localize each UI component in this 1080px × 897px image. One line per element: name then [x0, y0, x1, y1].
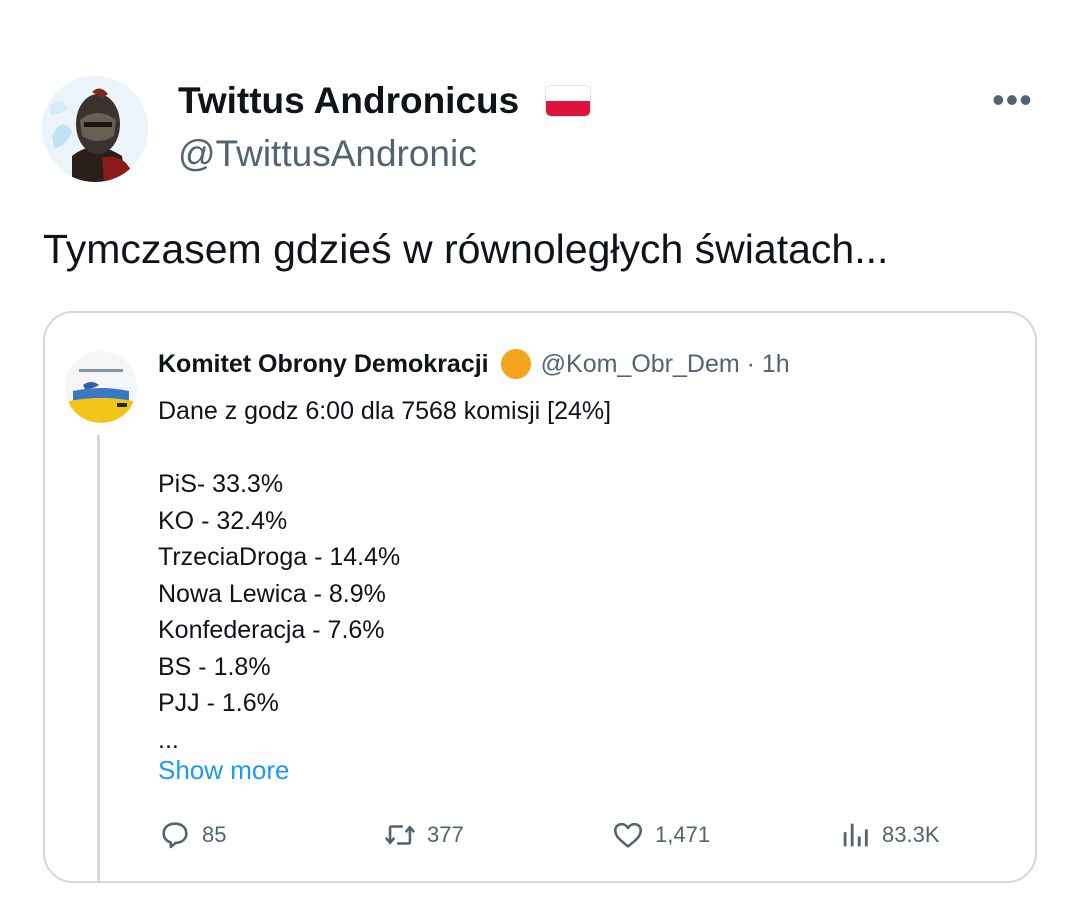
reply-button[interactable]: 85 — [158, 815, 226, 855]
reply-icon — [162, 822, 188, 849]
retweet-icon — [384, 825, 416, 845]
show-more-link[interactable]: Show more — [158, 755, 290, 786]
quoted-line: Dane z godz 6:00 dla 7568 komisji [24%] — [158, 397, 612, 425]
heart-icon — [613, 822, 643, 848]
thread-line — [97, 435, 100, 881]
quoted-line: PiS- 33.3% — [158, 470, 284, 498]
retweet-button[interactable]: 377 — [383, 815, 464, 855]
quoted-tweet-card[interactable]: Komitet Obrony Demokracji @Kom_Obr_Dem ·… — [43, 311, 1037, 883]
quoted-line — [158, 430, 611, 467]
quoted-author-name[interactable]: Komitet Obrony Demokracji — [158, 350, 489, 379]
action-bar: 85 377 1,471 83.3K — [158, 815, 978, 855]
more-horizontal-icon[interactable]: ••• — [992, 82, 1033, 118]
quoted-handle-time[interactable]: @Kom_Obr_Dem · 1h — [541, 350, 790, 379]
author-handle[interactable]: @TwittusAndronic — [178, 133, 477, 175]
retweet-count: 377 — [427, 822, 464, 847]
author-name-text: Twittus Andronicus — [178, 80, 520, 121]
reply-count: 85 — [202, 822, 227, 847]
quoted-line: Nowa Lewica - 8.9% — [158, 579, 386, 608]
quoted-line: ... — [158, 725, 179, 754]
poland-flag-icon — [545, 85, 592, 117]
author-avatar[interactable] — [42, 76, 148, 182]
views-count: 83.3K — [882, 822, 940, 847]
views-chart-icon — [843, 823, 868, 847]
quoted-avatar[interactable] — [65, 351, 137, 423]
quoted-line: TrzeciaDroga - 14.4% — [158, 543, 401, 571]
ukraine-hands-logo-icon — [65, 351, 137, 423]
views-button[interactable]: 83.3K — [838, 815, 940, 855]
quoted-header: Komitet Obrony Demokracji @Kom_Obr_Dem ·… — [158, 349, 790, 379]
tweet-text: Tymczasem gdzieś w równoległych światach… — [43, 226, 889, 272]
quoted-line: KO - 32.4% — [158, 506, 288, 535]
verified-badge-icon — [500, 349, 531, 379]
tweet: Twittus Andronicus @TwittusAndronic ••• … — [0, 0, 1080, 897]
quoted-line: Konfederacja - 7.6% — [158, 616, 385, 644]
like-count: 1,471 — [655, 822, 711, 847]
like-button[interactable]: 1,471 — [611, 815, 710, 855]
author-name[interactable]: Twittus Andronicus — [178, 80, 592, 122]
quoted-text: Dane z godz 6:00 dla 7568 komisji [24%] … — [158, 393, 611, 758]
quoted-line: PJJ - 1.6% — [158, 689, 279, 717]
quoted-line: BS - 1.8% — [158, 652, 271, 681]
knight-avatar-icon — [42, 76, 148, 182]
